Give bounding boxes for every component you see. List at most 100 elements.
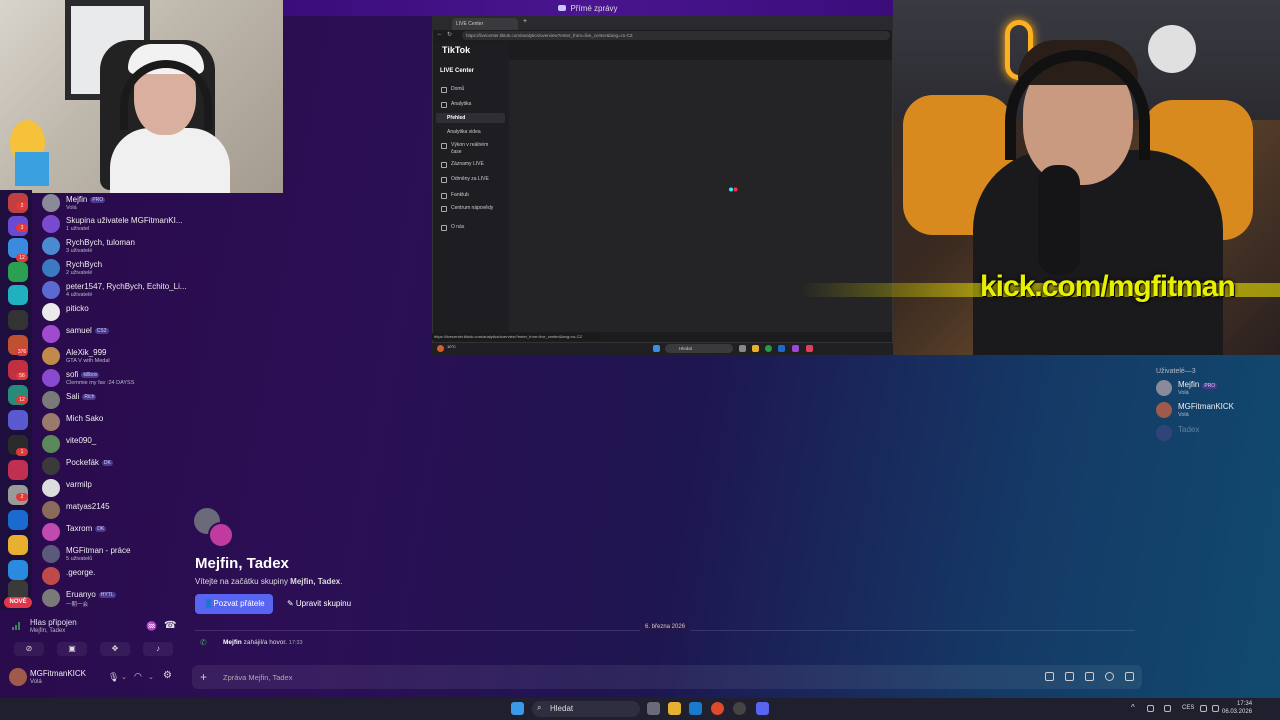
video-button[interactable]: ⊘ bbox=[14, 642, 44, 656]
dm-item[interactable]: peter1547, RychBych, Echito_Li... 4 uživa… bbox=[42, 280, 188, 300]
disconnect-icon[interactable]: ☎ bbox=[164, 620, 176, 631]
gif-icon[interactable] bbox=[1065, 672, 1074, 681]
address-bar[interactable]: https://livecenter.tiktok.com/analytics/… bbox=[462, 31, 890, 40]
menu-item[interactable]: Analytika videa bbox=[447, 129, 481, 135]
taskview-icon[interactable] bbox=[647, 702, 660, 715]
discord-icon[interactable] bbox=[756, 702, 769, 715]
member-item[interactable]: Mejfin PRO Volá bbox=[1156, 379, 1276, 399]
menu-item[interactable]: O nás bbox=[451, 224, 464, 230]
avatar[interactable] bbox=[9, 668, 27, 686]
server-icon[interactable] bbox=[8, 535, 28, 555]
dm-item[interactable]: samuel CS2 bbox=[42, 324, 188, 344]
server-icon[interactable] bbox=[8, 410, 28, 430]
weather-icon bbox=[437, 345, 444, 352]
server-icon[interactable] bbox=[8, 310, 28, 330]
reload-icon[interactable]: ↻ bbox=[447, 31, 452, 38]
mic-icon[interactable]: 🎙 bbox=[108, 672, 119, 683]
member-item[interactable]: Tadex bbox=[1156, 424, 1276, 444]
member-item[interactable]: MGFitmanKICK Volá bbox=[1156, 401, 1276, 421]
gear-icon[interactable]: ⚙ bbox=[163, 670, 172, 681]
dm-subtitle: 2 uživatelé bbox=[66, 270, 93, 276]
menu-item[interactable]: Odměny za LIVE bbox=[451, 176, 489, 182]
dm-item[interactable]: Skupina uživatele MGFitmanKI... 1 uživate… bbox=[42, 214, 188, 234]
back-icon[interactable]: ← bbox=[437, 31, 443, 37]
dm-item[interactable]: Pockefák DK bbox=[42, 456, 188, 476]
dm-item[interactable]: Mich Sako bbox=[42, 412, 188, 432]
emoji-icon[interactable] bbox=[1105, 672, 1114, 681]
tray-icon[interactable] bbox=[1147, 705, 1154, 712]
app-icon[interactable] bbox=[792, 345, 799, 352]
chevron-down-icon[interactable]: ⌄ bbox=[121, 673, 127, 681]
dm-item[interactable]: RychBych 2 uživatelé bbox=[42, 258, 188, 278]
menu-item[interactable]: Fanklub bbox=[451, 192, 469, 198]
dm-item[interactable]: AleXik_999 GTA V with Medal bbox=[42, 346, 188, 366]
voice-status[interactable]: Hlas připojen bbox=[30, 618, 77, 627]
avatar bbox=[42, 413, 60, 431]
wifi-icon[interactable] bbox=[1200, 705, 1207, 712]
menu-icon bbox=[441, 162, 447, 168]
tray-icon[interactable] bbox=[1164, 705, 1171, 712]
dm-item[interactable]: Mejfin PRO Volá bbox=[42, 193, 188, 213]
gift-icon[interactable] bbox=[1045, 672, 1054, 681]
taskbar-clock[interactable]: 17:34 06.03.2026 bbox=[1222, 700, 1252, 716]
tiktok-logo[interactable]: TikTok bbox=[442, 45, 470, 55]
apps-icon[interactable] bbox=[1125, 672, 1134, 681]
add-attachment-button[interactable]: + bbox=[200, 670, 207, 684]
dm-item[interactable]: Eruanyo HYTL 一期一会 bbox=[42, 588, 188, 608]
edit-group-button[interactable]: ✎ Upravit skupinu bbox=[281, 594, 357, 614]
windows-start-icon[interactable] bbox=[653, 345, 660, 352]
server-icon[interactable] bbox=[8, 560, 28, 580]
new-badge[interactable]: NOVÉ bbox=[4, 597, 32, 608]
sticker-icon[interactable] bbox=[1085, 672, 1094, 681]
message-composer[interactable] bbox=[192, 665, 1142, 689]
message-input[interactable]: Zpráva Mejfin, Tadex bbox=[223, 673, 292, 682]
soundboard-button[interactable]: ♪ bbox=[143, 642, 173, 656]
menu-item[interactable]: Záznamy LIVE bbox=[451, 161, 484, 167]
dm-item[interactable]: varmilp bbox=[42, 478, 188, 498]
language-indicator[interactable]: CES bbox=[1182, 705, 1194, 711]
inner-search[interactable]: Hledat bbox=[665, 344, 733, 353]
dm-item[interactable]: matyas2145 bbox=[42, 500, 188, 520]
chevron-down-icon[interactable]: ⌄ bbox=[148, 673, 154, 681]
chevron-up-icon[interactable]: ^ bbox=[1131, 703, 1135, 712]
menu-item[interactable]: Centrum nápovědy bbox=[451, 205, 499, 212]
taskview-icon[interactable] bbox=[739, 345, 746, 352]
dm-item[interactable]: RychBych, tuloman 3 uživatelé bbox=[42, 236, 188, 256]
screen-share-button[interactable]: ▣ bbox=[57, 642, 87, 656]
dm-item[interactable]: MGFitman - práce 5 uživatelů bbox=[42, 544, 188, 564]
tag-badge: HYTL bbox=[98, 592, 116, 598]
server-icon[interactable] bbox=[8, 510, 28, 530]
menu-item[interactable]: Výkon v reálném čase bbox=[451, 142, 499, 156]
dm-item[interactable]: Taxrom DK bbox=[42, 522, 188, 542]
store-icon[interactable] bbox=[778, 345, 785, 352]
settings-icon[interactable] bbox=[733, 702, 746, 715]
headphones-icon[interactable]: ◠ bbox=[134, 671, 142, 682]
store-icon[interactable] bbox=[689, 702, 702, 715]
server-icon[interactable] bbox=[8, 262, 28, 282]
windows-start-icon[interactable] bbox=[511, 702, 524, 715]
server-icon[interactable] bbox=[8, 285, 28, 305]
server-icon[interactable] bbox=[8, 460, 28, 480]
menu-item[interactable]: Analytika bbox=[451, 101, 471, 107]
app-icon[interactable] bbox=[806, 345, 813, 352]
menu-item[interactable]: Přehled bbox=[447, 115, 465, 121]
tag-badge: killbox bbox=[81, 372, 100, 378]
menu-item[interactable]: Domů bbox=[451, 86, 464, 92]
dm-item[interactable]: piticko bbox=[42, 302, 188, 322]
user-name[interactable]: MGFitmanKICK bbox=[30, 669, 86, 678]
invite-friends-button[interactable]: 👤Pozvat přátele bbox=[195, 594, 273, 614]
browser-tab[interactable]: LIVE Center bbox=[452, 18, 518, 30]
noise-icon[interactable]: ♒ bbox=[146, 621, 157, 632]
dm-item[interactable]: Sali Rich bbox=[42, 390, 188, 410]
dm-item[interactable]: .george. bbox=[42, 566, 188, 586]
activities-button[interactable]: ✥ bbox=[100, 642, 130, 656]
dm-item[interactable]: vite090_ bbox=[42, 434, 188, 454]
chrome-icon[interactable] bbox=[765, 345, 772, 352]
taskbar-search[interactable]: Hledat bbox=[532, 701, 640, 717]
dm-item[interactable]: sofi killbox Clemmie my fav :24 DAYSS bbox=[42, 368, 188, 388]
chrome-icon[interactable] bbox=[711, 702, 724, 715]
new-tab-icon[interactable]: + bbox=[523, 18, 527, 25]
volume-icon[interactable] bbox=[1212, 705, 1219, 712]
explorer-icon[interactable] bbox=[668, 702, 681, 715]
explorer-icon[interactable] bbox=[752, 345, 759, 352]
